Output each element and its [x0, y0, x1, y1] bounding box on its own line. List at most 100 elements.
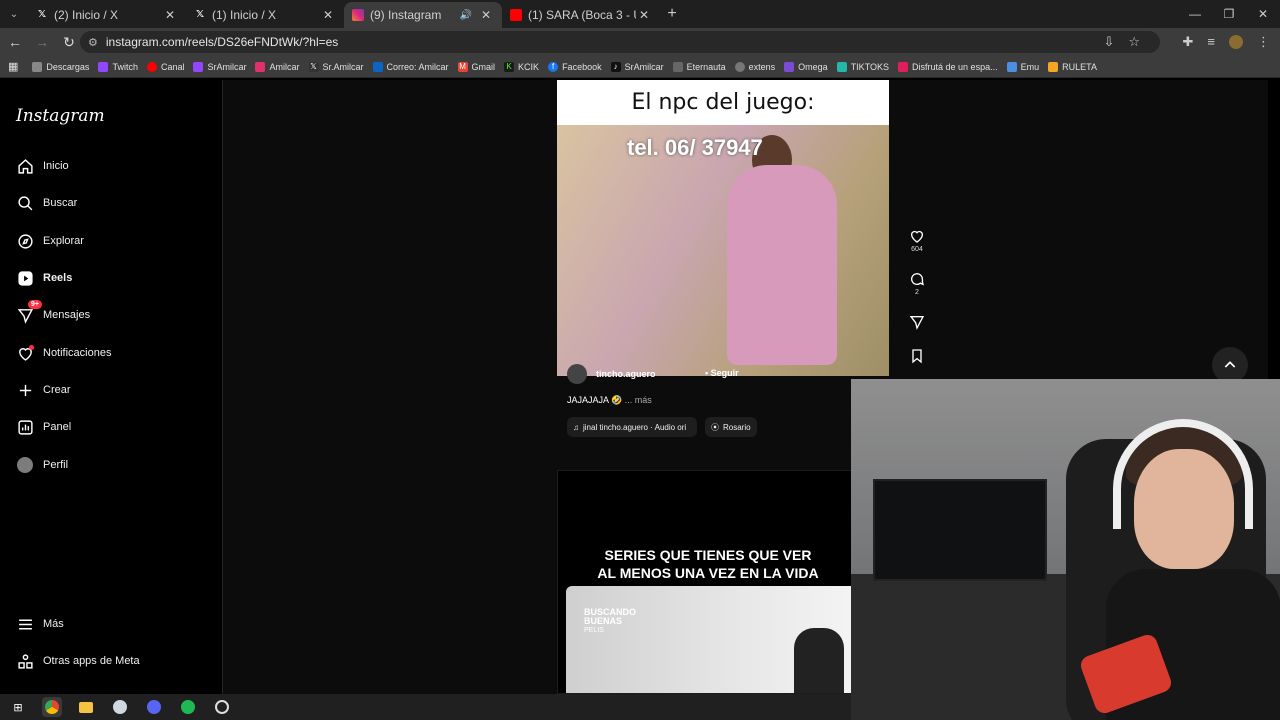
sidebar-item-panel[interactable]: Panel — [16, 418, 71, 436]
back-icon[interactable]: ← — [3, 34, 27, 50]
bookmark-item[interactable]: Disfrutá de un espa... — [898, 61, 998, 72]
sidebar-item-notificaciones[interactable]: Notificaciones — [16, 344, 111, 362]
music-note-icon: ♫ — [573, 422, 579, 432]
share-button[interactable] — [905, 314, 929, 332]
bookmark-item[interactable]: Twitch — [98, 61, 138, 72]
sidebar-item-reels[interactable]: Reels — [16, 269, 72, 287]
speaker-icon[interactable]: 🔊 — [460, 10, 472, 21]
like-button[interactable]: 604 — [905, 228, 929, 253]
new-tab-button[interactable]: + — [660, 5, 684, 23]
url-text: instagram.com/reels/DS26eFNDtWk/?hl=es — [105, 35, 339, 49]
site-info-icon[interactable]: ⚙ — [88, 36, 98, 49]
discord-icon[interactable] — [144, 697, 164, 717]
location-chip[interactable]: ⦿ Rosario — [705, 417, 757, 437]
tab-title: (9) Instagram — [370, 8, 442, 22]
browser-tab[interactable]: 𝕏 (1) Inicio / X ✕ — [186, 2, 344, 28]
facebook-icon: f — [548, 61, 559, 72]
bookmark-item[interactable]: Correo: Amilcar — [372, 61, 449, 72]
webcam-overlay — [851, 379, 1280, 720]
bookmark-item[interactable]: Omega — [784, 61, 828, 72]
next-reel-video[interactable]: SERIES QUE TIENES QUE VER AL MENOS UNA V… — [557, 470, 857, 694]
bookmark-item[interactable]: TIKTOKS — [836, 61, 889, 72]
bookmark-item[interactable]: K KCIK — [504, 61, 539, 72]
window-controls: — ❐ ✕ — [1178, 0, 1280, 28]
browser-tab[interactable]: (1) SARA (Boca 3 - Union 4) - Y ✕ — [502, 2, 660, 28]
sidebar-item-crear[interactable]: Crear — [16, 381, 71, 399]
sidebar-item-mensajes[interactable]: 9+ Mensajes — [16, 300, 90, 324]
close-icon[interactable]: ✕ — [478, 8, 494, 22]
forward-icon[interactable]: → — [30, 34, 54, 50]
bookmark-item[interactable]: 𝕏 Sr.Amilcar — [308, 61, 364, 72]
sidebar-item-meta-apps[interactable]: Otras apps de Meta — [16, 652, 140, 670]
close-icon[interactable]: ✕ — [636, 8, 652, 22]
comment-button[interactable]: 2 — [905, 271, 929, 296]
windows-start-icon[interactable]: ⊞ — [8, 697, 28, 717]
sidebar-item-buscar[interactable]: Buscar — [16, 194, 77, 212]
caption-more-link[interactable]: ... más — [625, 395, 652, 405]
messenger-icon: 9+ — [16, 300, 42, 324]
previous-reel-button[interactable] — [1212, 347, 1248, 383]
bookmark-item[interactable]: extens — [734, 61, 775, 72]
x-logo-icon: 𝕏 — [37, 9, 47, 20]
bookmark-item[interactable]: Emu — [1006, 61, 1039, 72]
sidebar-item-explorar[interactable]: Explorar — [16, 232, 84, 250]
bookmark-item[interactable]: f Facebook — [548, 61, 602, 72]
bookmark-item[interactable]: Descargas — [32, 61, 89, 72]
reload-icon[interactable]: ↻ — [57, 34, 81, 51]
bookmark-item[interactable]: Canal — [146, 61, 184, 72]
omega-icon — [784, 61, 795, 72]
browser-tab-active[interactable]: (9) Instagram 🔊 ✕ — [344, 2, 502, 28]
sidebar-item-inicio[interactable]: Inicio — [16, 157, 69, 175]
instagram-logo[interactable]: Instagram — [16, 106, 105, 126]
reading-list-icon[interactable]: ≡ — [1207, 31, 1215, 53]
browser-toolbar: ← → ↻ ⚙ instagram.com/reels/DS26eFNDtWk/… — [0, 28, 1280, 56]
minimize-icon[interactable]: — — [1178, 0, 1212, 28]
close-icon[interactable]: ✕ — [162, 8, 178, 22]
bookmark-item[interactable]: M Gmail — [457, 61, 495, 72]
file-explorer-icon[interactable] — [76, 697, 96, 717]
heart-icon — [16, 344, 34, 362]
restore-icon[interactable]: ❐ — [1212, 0, 1246, 28]
apps-grid-icon[interactable]: ▦ — [8, 60, 18, 73]
extensions-icon[interactable]: ✚ — [1183, 31, 1194, 53]
avatar[interactable] — [567, 364, 587, 384]
follow-button[interactable]: • Seguir — [705, 368, 739, 378]
bookmark-item[interactable]: Amilcar — [255, 61, 300, 72]
document-icon — [672, 61, 683, 72]
bookmark-item[interactable]: Eternauta — [672, 61, 726, 72]
bookmark-star-icon[interactable]: ☆ — [1128, 31, 1140, 53]
save-button[interactable] — [905, 348, 929, 366]
reel-meta: tincho.aguero • Seguir JAJAJAJA 🤣 ... má… — [557, 362, 857, 452]
url-bar[interactable]: ⚙ instagram.com/reels/DS26eFNDtWk/?hl=es — [80, 31, 1160, 53]
author-username[interactable]: tincho.aguero — [596, 369, 656, 379]
kick-icon: K — [504, 61, 515, 72]
reel-author[interactable]: tincho.aguero — [567, 364, 656, 384]
close-icon[interactable]: ✕ — [320, 8, 336, 22]
spotify-icon[interactable] — [178, 697, 198, 717]
chrome-menu-icon[interactable]: ⋮ — [1257, 31, 1270, 53]
tiktok-icon: ♪ — [610, 61, 621, 72]
bookmark-item[interactable]: RULETA — [1048, 61, 1097, 72]
reel-video[interactable]: El npc del juego: tel. 06/ 37947 — [557, 80, 889, 376]
obs-icon[interactable] — [212, 697, 232, 717]
webcam-tv — [873, 479, 1047, 581]
profile-avatar[interactable] — [1229, 35, 1243, 49]
taskbar: ⊞ — [0, 694, 851, 720]
reel-person — [727, 165, 837, 365]
bookmark-item[interactable]: ♪ SrAmilcar — [610, 61, 664, 72]
twitch-icon — [193, 61, 204, 72]
next-reel-frame: BUSCANDO BUENAS PELIS — [566, 586, 856, 693]
sidebar-item-perfil[interactable]: Perfil — [16, 456, 68, 474]
close-window-icon[interactable]: ✕ — [1246, 0, 1280, 28]
download-icon — [32, 61, 43, 72]
audio-chip[interactable]: ♫ jinal tincho.aguero · Audio ori — [567, 417, 697, 437]
steam-icon[interactable] — [110, 697, 130, 717]
twitch-icon — [98, 61, 109, 72]
sidebar-item-mas[interactable]: Más — [16, 615, 64, 633]
browser-tab[interactable]: 𝕏 (2) Inicio / X ✕ — [28, 2, 186, 28]
reels-icon — [16, 269, 34, 287]
tab-search-button[interactable]: ⌄ — [0, 0, 28, 28]
bookmark-item[interactable]: SrAmilcar — [193, 61, 246, 72]
chrome-taskbar-icon[interactable] — [42, 697, 62, 717]
install-app-icon[interactable]: ⇩ — [1103, 31, 1114, 53]
